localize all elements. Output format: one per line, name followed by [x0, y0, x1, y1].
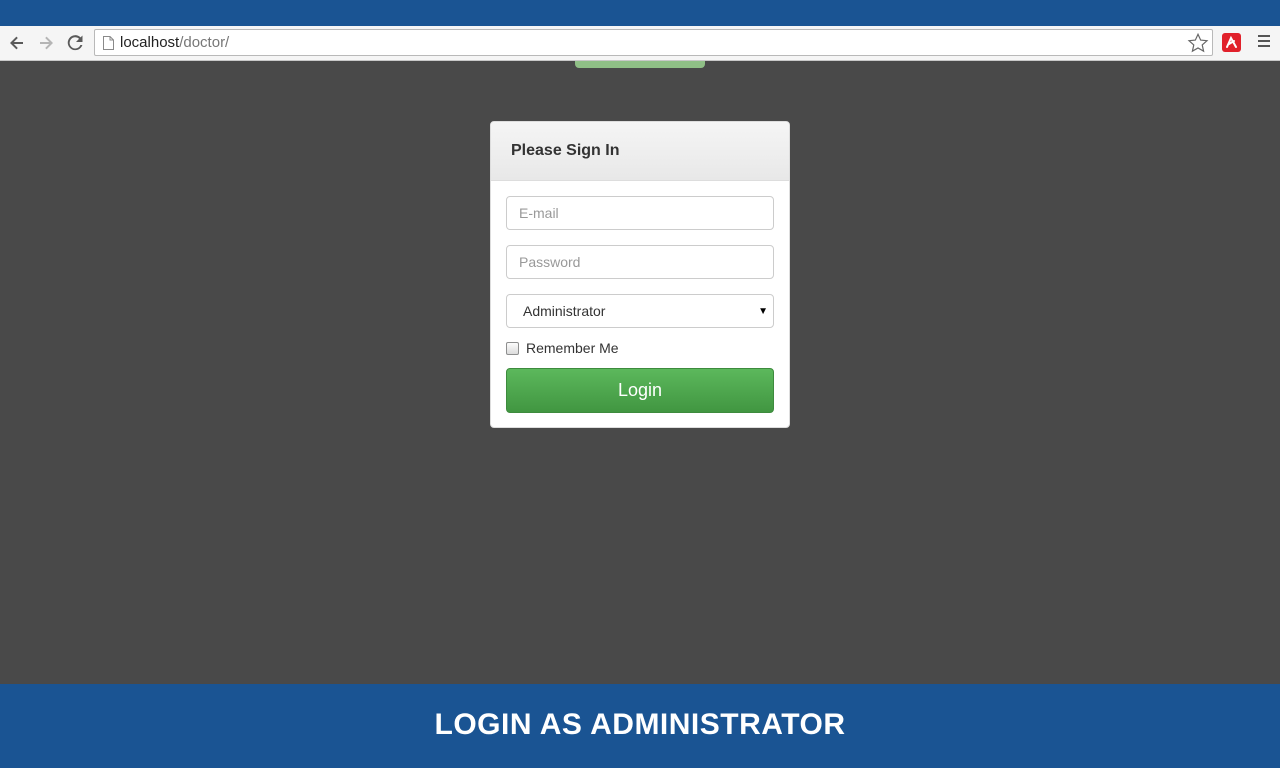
login-button[interactable]: Login [506, 368, 774, 413]
caption-banner: LOGIN AS ADMINISTRATOR [0, 684, 1280, 768]
back-button[interactable] [4, 30, 30, 56]
window-title-bar [0, 0, 1280, 26]
browser-toolbar: localhost/doctor/ [0, 26, 1280, 61]
reload-button[interactable] [62, 30, 88, 56]
extension-icon[interactable] [1222, 33, 1241, 52]
role-selected-value: Administrator [523, 303, 606, 319]
back-arrow-icon [10, 36, 23, 50]
top-tab-indicator [575, 61, 705, 68]
remember-me-checkbox[interactable] [506, 341, 519, 355]
panel-title: Please Sign In [511, 142, 620, 159]
remember-me[interactable]: Remember Me [506, 340, 619, 356]
email-field[interactable]: E-mail [506, 196, 774, 230]
role-select[interactable]: Administrator ▼ [506, 294, 774, 328]
caption-text: LOGIN AS ADMINISTRATOR [434, 708, 846, 741]
password-field[interactable]: Password [506, 245, 774, 279]
url-text: localhost/doctor/ [120, 34, 229, 52]
extension-logo-icon [1226, 36, 1237, 48]
forward-button[interactable] [33, 30, 59, 56]
login-panel: Please Sign In E-mail Password Administr… [490, 121, 790, 428]
email-placeholder: E-mail [519, 205, 559, 221]
menu-icon[interactable] [1255, 35, 1273, 51]
forward-arrow-icon [40, 36, 53, 50]
page-icon [103, 36, 114, 50]
url-path: /doctor/ [179, 34, 230, 51]
star-icon[interactable] [1187, 32, 1209, 54]
url-host: localhost [120, 34, 180, 51]
chevron-down-icon: ▼ [758, 306, 768, 317]
reload-icon [67, 35, 83, 51]
remember-me-label: Remember Me [526, 340, 619, 356]
password-placeholder: Password [519, 254, 581, 270]
panel-heading: Please Sign In [491, 122, 789, 181]
address-bar[interactable]: localhost/doctor/ [94, 29, 1213, 56]
